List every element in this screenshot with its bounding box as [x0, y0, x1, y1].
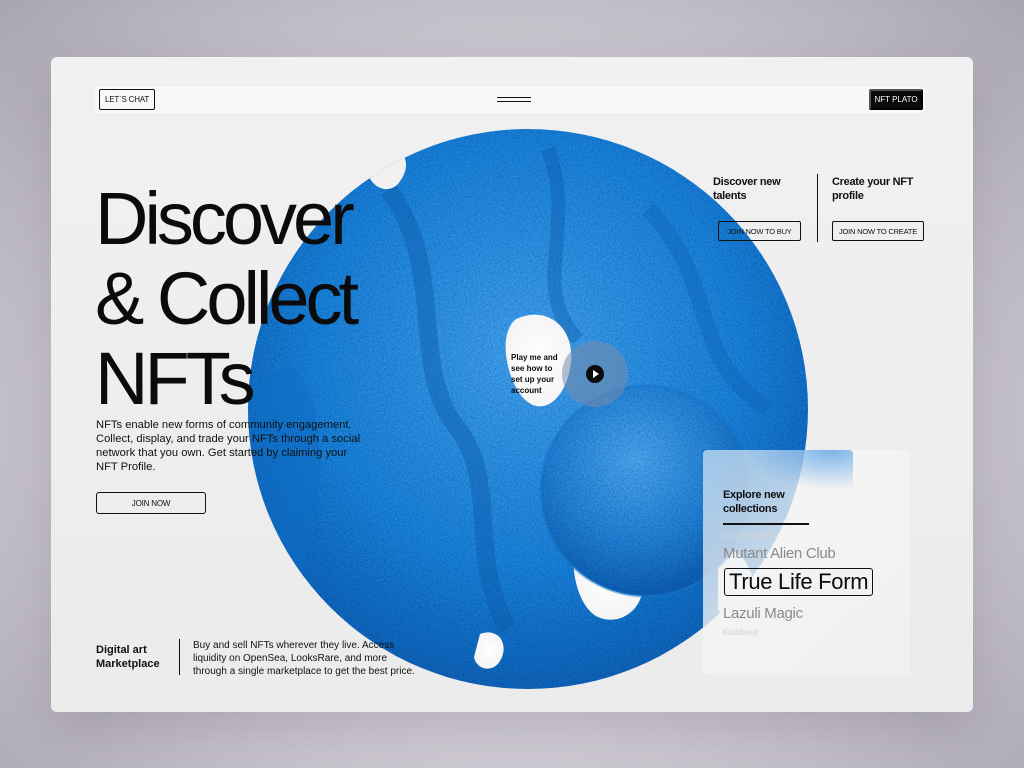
collection-item[interactable]: Lazuli Magic	[723, 605, 803, 622]
promo-create-title: Create your NFT profile	[832, 176, 914, 202]
join-to-buy-button[interactable]: JOIN NOW TO BUY	[718, 221, 801, 241]
join-now-button[interactable]: JOIN NOW	[96, 492, 206, 514]
collections-panel: Explore new collections CLONE Xspace Mut…	[703, 450, 910, 675]
hamburger-menu-icon[interactable]	[497, 97, 531, 103]
marketplace-title: Digital art Marketplace	[96, 644, 160, 670]
hero-description: NFTs enable new forms of community engag…	[96, 419, 361, 473]
collection-item[interactable]: CLONE Xspace	[723, 531, 776, 540]
play-icon	[586, 365, 604, 383]
marketplace-divider	[179, 639, 180, 675]
marketplace-description: Buy and sell NFTs wherever they live. Ac…	[193, 640, 415, 677]
join-to-create-button[interactable]: JOIN NOW TO CREATE	[832, 221, 924, 241]
promo-divider	[817, 174, 818, 242]
collection-item-active[interactable]: True Life Form	[724, 568, 874, 596]
landing-page: LET`S CHAT NFT PLATO Discover & Collect …	[51, 57, 973, 712]
brand-button[interactable]: NFT PLATO	[869, 89, 923, 110]
play-video-button[interactable]	[562, 341, 628, 407]
collections-title-underline	[723, 523, 809, 525]
top-navigation-bar: LET`S CHAT NFT PLATO	[95, 87, 925, 113]
collections-title: Explore new collections	[723, 489, 785, 515]
hero-title: Discover & Collect NFTs	[95, 177, 359, 420]
promo-discover-title: Discover new talents	[713, 176, 781, 202]
lets-chat-button[interactable]: LET`S CHAT	[99, 89, 155, 110]
collection-item[interactable]: Mutant Alien Club	[723, 545, 836, 562]
collection-item[interactable]: Kid&Beast	[723, 628, 758, 637]
play-video-label: Play me and see how to set up your accou…	[511, 353, 558, 395]
